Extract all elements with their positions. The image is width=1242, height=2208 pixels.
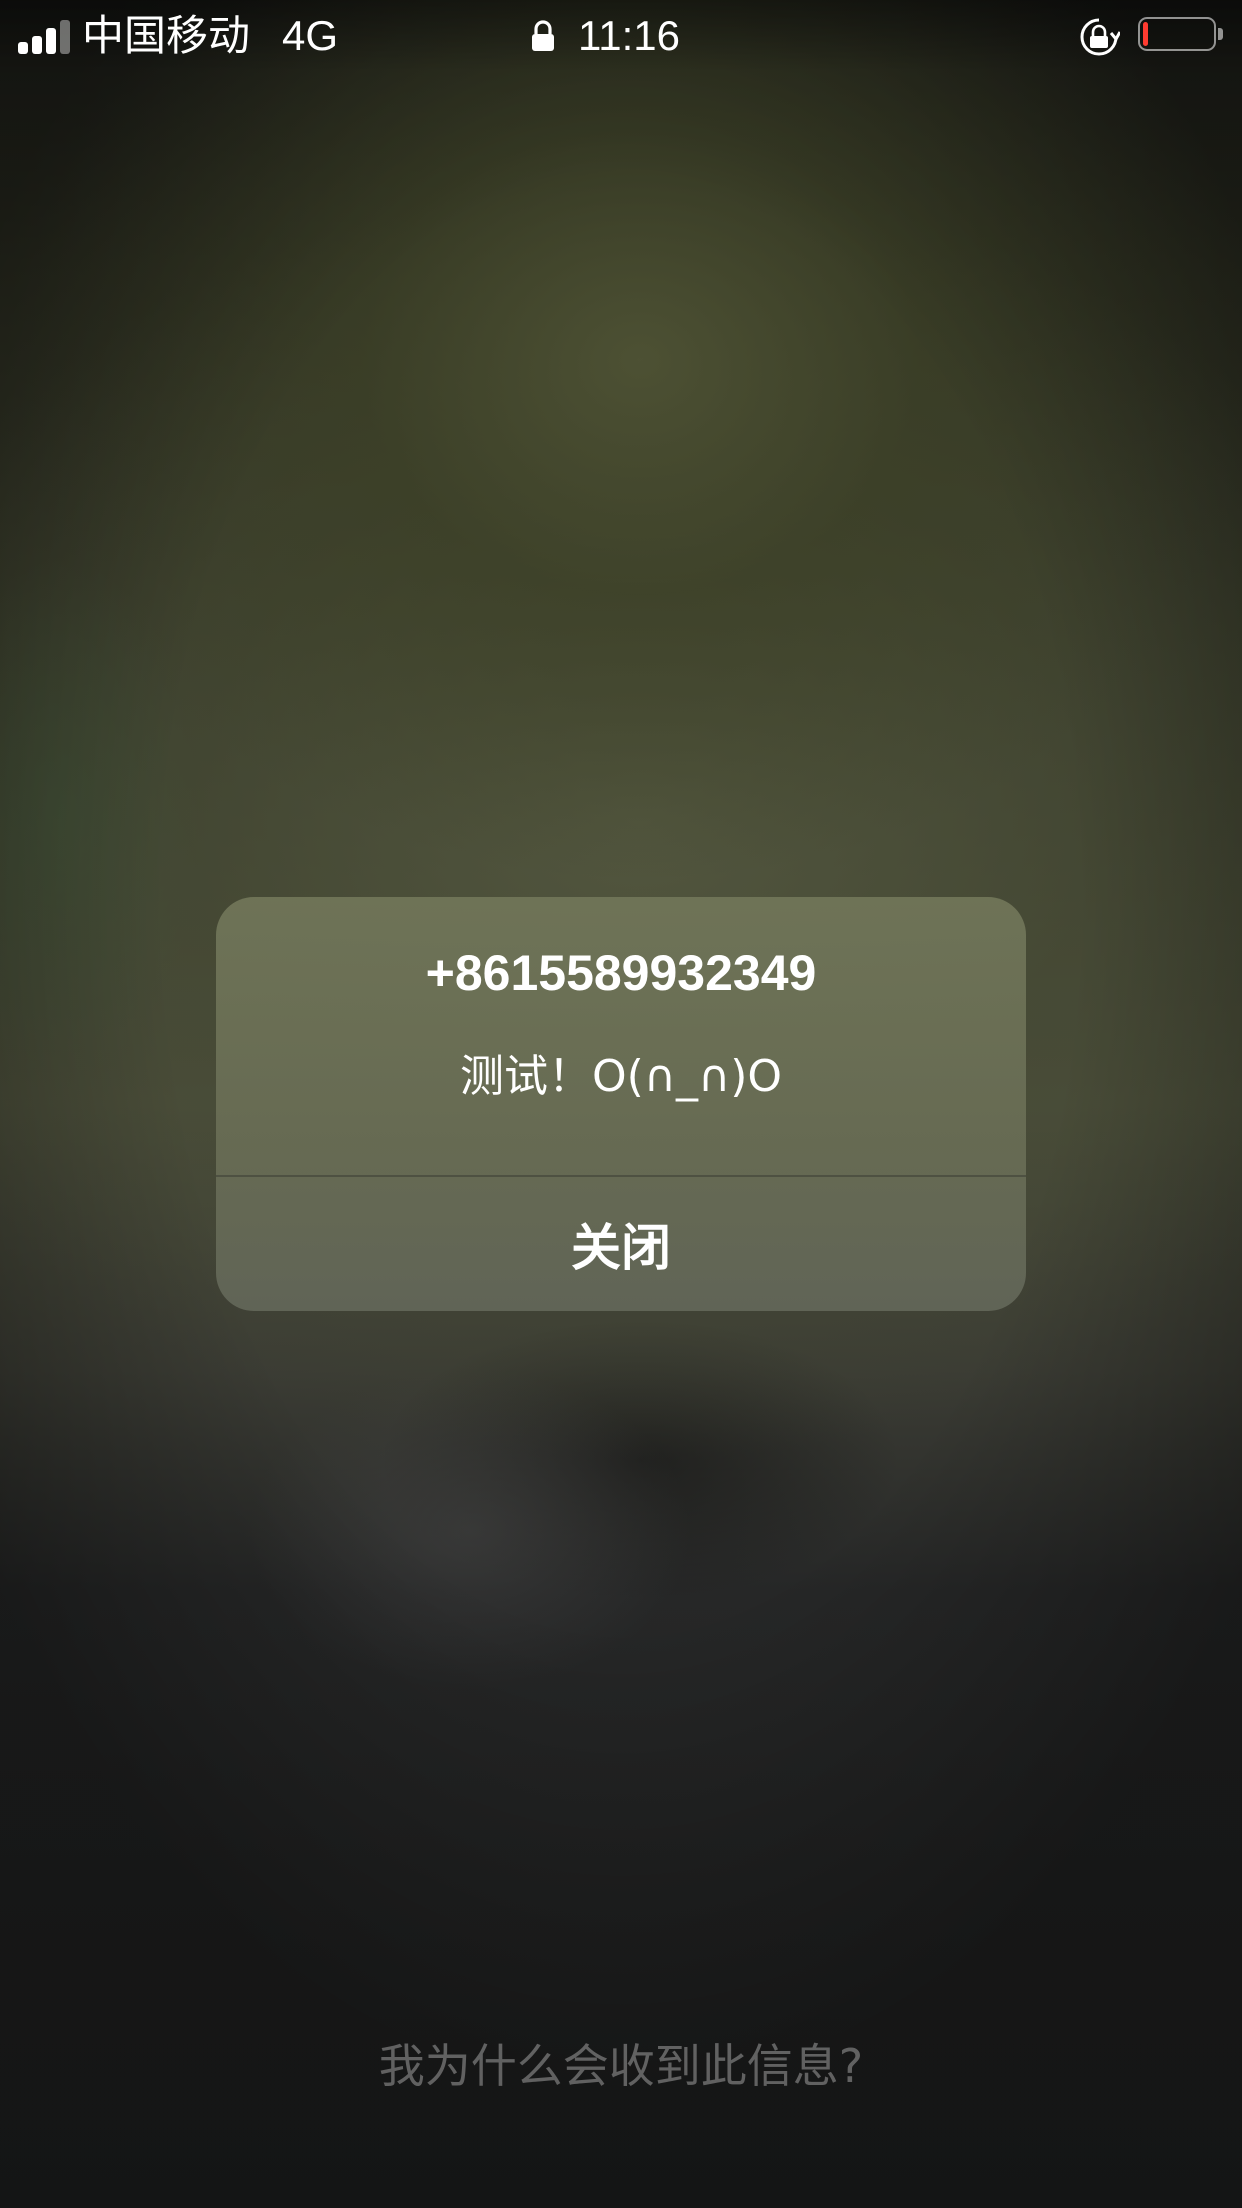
clock-time: 11:16 xyxy=(578,12,680,59)
status-bar: 中国移动 4G 11:16 xyxy=(0,0,1242,72)
lock-icon xyxy=(532,20,554,51)
battery-level-fill xyxy=(1143,22,1148,46)
network-type: 4G xyxy=(282,12,339,59)
signal-icon xyxy=(18,20,72,54)
close-button[interactable]: 关闭 xyxy=(216,1177,1026,1311)
rotation-lock-icon xyxy=(1080,18,1120,56)
sms-alert-dialog: +8615589932349 测试！O(∩_∩)O 关闭 xyxy=(216,897,1026,1311)
why-received-link[interactable]: 我为什么会收到此信息? xyxy=(0,2030,1242,2102)
alert-message-text: 测试！O(∩_∩)O xyxy=(459,1051,782,1102)
battery-icon xyxy=(1138,17,1224,55)
alert-sender-number: +8615589932349 xyxy=(425,945,817,1001)
carrier-name: 中国移动 xyxy=(82,12,251,59)
